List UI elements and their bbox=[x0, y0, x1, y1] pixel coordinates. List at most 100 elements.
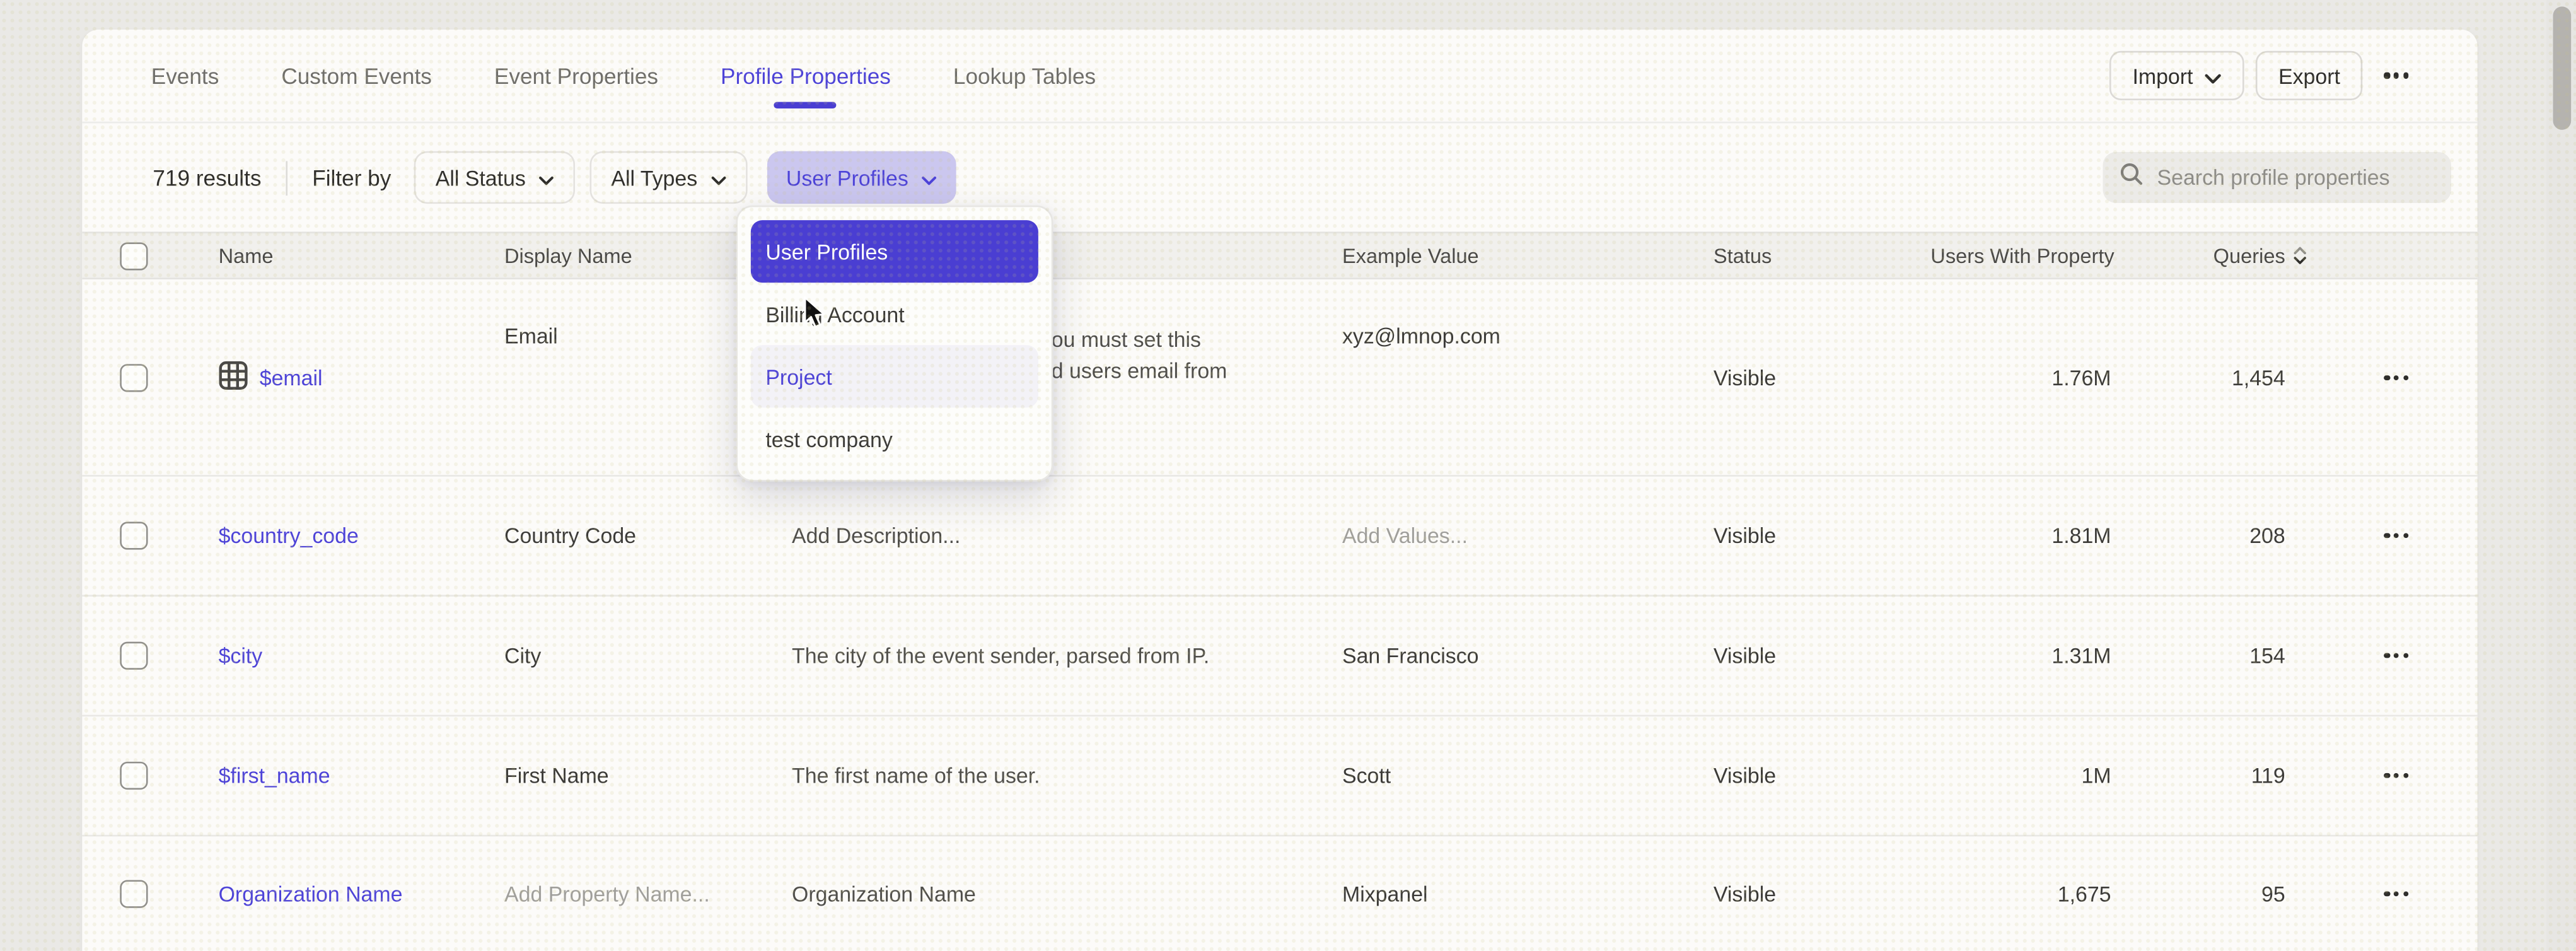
tab-custom-events[interactable]: Custom Events bbox=[281, 30, 432, 122]
sort-icon[interactable] bbox=[2294, 247, 2307, 265]
table-body: $email Email ou must set thisd users email… bbox=[82, 279, 2477, 950]
select-all-checkbox[interactable] bbox=[120, 242, 148, 269]
type-filter-label: All Types bbox=[611, 165, 697, 190]
example-value-cell[interactable]: Add Values... bbox=[1342, 523, 1468, 548]
export-button-label: Export bbox=[2278, 63, 2340, 88]
users-with-property-value: 1.76M bbox=[2051, 365, 2111, 390]
display-name-cell[interactable]: First Name bbox=[504, 763, 609, 788]
row-actions-button[interactable] bbox=[2375, 365, 2418, 390]
example-value-cell[interactable]: San Francisco bbox=[1342, 643, 1479, 668]
tab-events[interactable]: Events bbox=[151, 30, 219, 122]
dot-icon bbox=[2384, 653, 2389, 658]
page: Events Custom Events Event Properties Pr… bbox=[0, 0, 2576, 951]
table-row: $first_name First Name The first name of t… bbox=[82, 716, 2477, 836]
dot-icon bbox=[2394, 890, 2399, 896]
property-name-link[interactable]: $city bbox=[219, 643, 263, 668]
description-cell: ou must set thisd users email from bbox=[1052, 324, 1227, 386]
more-options-button[interactable] bbox=[2375, 63, 2418, 88]
column-header-status[interactable]: Status bbox=[1714, 244, 1772, 267]
type-filter-dropdown[interactable]: All Types bbox=[589, 151, 746, 204]
table-header-row: Name Display Name Example Value Status U… bbox=[82, 231, 2477, 279]
status-value: Visible bbox=[1714, 365, 1776, 390]
status-value: Visible bbox=[1714, 881, 1776, 906]
menu-item-test-company[interactable]: test company bbox=[751, 407, 1038, 470]
tab-profile-properties[interactable]: Profile Properties bbox=[721, 30, 891, 122]
users-with-property-value: 1,675 bbox=[2058, 881, 2111, 906]
dot-icon bbox=[2384, 773, 2389, 778]
queries-value: 154 bbox=[2249, 643, 2285, 668]
row-checkbox[interactable] bbox=[120, 762, 148, 790]
dot-icon bbox=[2394, 375, 2399, 380]
status-filter-label: All Status bbox=[436, 165, 526, 190]
display-name-cell[interactable]: Add Property Name... bbox=[504, 881, 710, 906]
table-row: $email Email ou must set thisd users email… bbox=[82, 279, 2477, 477]
search-input[interactable]: Search profile properties bbox=[2103, 152, 2451, 203]
tab-lookup-tables[interactable]: Lookup Tables bbox=[953, 30, 1096, 122]
queries-value: 95 bbox=[2261, 881, 2285, 906]
description-fragment: ou must set this bbox=[1052, 324, 1227, 355]
dot-icon bbox=[2394, 533, 2399, 538]
description-cell[interactable]: Add Description... bbox=[792, 520, 960, 552]
import-button[interactable]: Import bbox=[2109, 51, 2244, 100]
row-actions-button[interactable] bbox=[2375, 643, 2418, 668]
dot-icon bbox=[2384, 890, 2389, 896]
menu-item-user-profiles[interactable]: User Profiles bbox=[751, 220, 1038, 283]
property-name-link[interactable]: $first_name bbox=[219, 763, 330, 788]
results-count: 719 results bbox=[153, 165, 261, 190]
example-value-cell[interactable]: xyz@lmnop.com bbox=[1342, 324, 1500, 348]
users-with-property-value: 1M bbox=[2081, 763, 2111, 788]
property-name-label: $first_name bbox=[219, 763, 330, 788]
users-with-property-value: 1.31M bbox=[2051, 643, 2111, 668]
column-header-display-name[interactable]: Display Name bbox=[504, 244, 632, 267]
property-name-label: $country_code bbox=[219, 523, 359, 548]
example-value-cell[interactable]: Mixpanel bbox=[1342, 881, 1428, 906]
column-header-name[interactable]: Name bbox=[219, 244, 274, 267]
property-name-link[interactable]: $email bbox=[219, 360, 323, 395]
row-actions-button[interactable] bbox=[2375, 881, 2418, 906]
row-checkbox[interactable] bbox=[120, 363, 148, 391]
dot-icon bbox=[2394, 653, 2399, 658]
chevron-down-icon bbox=[2205, 63, 2221, 88]
dot-icon bbox=[2384, 73, 2389, 78]
tab-event-properties[interactable]: Event Properties bbox=[494, 30, 658, 122]
row-checkbox[interactable] bbox=[120, 879, 148, 907]
scrollbar-thumb[interactable] bbox=[2553, 6, 2572, 129]
users-with-property-value: 1.81M bbox=[2051, 523, 2111, 548]
queries-value: 1,454 bbox=[2232, 365, 2285, 390]
property-name-link[interactable]: $country_code bbox=[219, 523, 359, 548]
filter-by-label: Filter by bbox=[312, 165, 391, 190]
menu-item-project[interactable]: Project bbox=[751, 345, 1038, 407]
display-name-cell[interactable]: Country Code bbox=[504, 523, 636, 548]
profile-entity-menu: User Profiles Billing Account Project te… bbox=[736, 206, 1053, 482]
property-name-label: $city bbox=[219, 643, 263, 668]
display-name-cell[interactable]: City bbox=[504, 643, 541, 668]
row-actions-button[interactable] bbox=[2375, 763, 2418, 788]
property-name-link[interactable]: Organization Name bbox=[219, 881, 403, 906]
row-checkbox[interactable] bbox=[120, 522, 148, 549]
table-row: $city City The city of the event sender, p… bbox=[82, 597, 2477, 716]
profile-entity-filter-dropdown[interactable]: User Profiles bbox=[767, 151, 956, 204]
grid-table-icon bbox=[219, 360, 248, 395]
row-checkbox[interactable] bbox=[120, 642, 148, 670]
column-header-queries[interactable]: Queries bbox=[2213, 244, 2307, 267]
description-cell[interactable]: Organization Name bbox=[792, 878, 976, 909]
table-row: $country_code Country Code Add Description… bbox=[82, 477, 2477, 597]
status-filter-dropdown[interactable]: All Status bbox=[414, 151, 575, 204]
menu-item-billing-account[interactable]: Billing Account bbox=[751, 283, 1038, 345]
description-cell[interactable]: The first name of the user. bbox=[792, 760, 1040, 791]
search-icon bbox=[2120, 161, 2144, 194]
dot-icon bbox=[2403, 653, 2408, 658]
description-cell[interactable]: The city of the event sender, parsed fro… bbox=[792, 640, 1209, 672]
display-name-cell[interactable]: Email bbox=[504, 324, 558, 348]
row-actions-button[interactable] bbox=[2375, 523, 2418, 549]
scrollbar-track[interactable] bbox=[2546, 0, 2576, 951]
example-value-cell[interactable]: Scott bbox=[1342, 763, 1391, 788]
chevron-down-icon bbox=[539, 166, 554, 190]
column-header-example-value[interactable]: Example Value bbox=[1342, 244, 1479, 267]
dot-icon bbox=[2394, 773, 2399, 778]
export-button[interactable]: Export bbox=[2255, 51, 2363, 100]
dot-icon bbox=[2384, 533, 2389, 538]
dot-icon bbox=[2384, 375, 2389, 380]
dot-icon bbox=[2394, 73, 2399, 78]
column-header-users-with-property[interactable]: Users With Property bbox=[1930, 244, 2114, 267]
